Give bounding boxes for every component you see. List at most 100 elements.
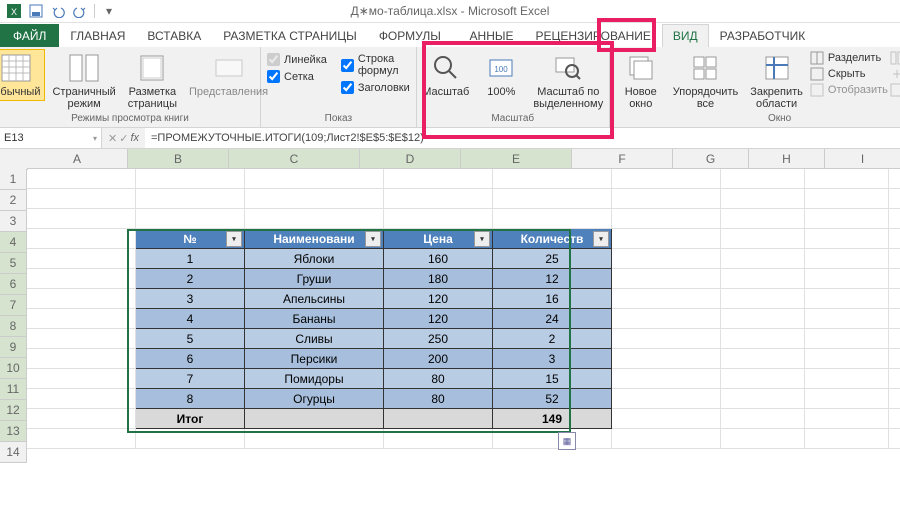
qat-customize-icon[interactable]: ▾ (99, 2, 119, 20)
cell-B3[interactable] (136, 209, 245, 229)
reset-window-button[interactable]: Восста (890, 83, 900, 97)
cell-A13[interactable] (27, 409, 136, 429)
table-cell-name[interactable]: Сливы (245, 329, 384, 349)
cell-H2[interactable] (805, 189, 889, 209)
spreadsheet-grid[interactable]: ABCDEFGHI 1234567891011121314 №▾Наименов… (0, 149, 900, 509)
cell-G12[interactable] (721, 389, 805, 409)
table-cell-price[interactable]: 80 (384, 369, 493, 389)
cell-A12[interactable] (27, 389, 136, 409)
col-header-B[interactable]: B (128, 149, 229, 169)
table-cell-price[interactable]: 120 (384, 289, 493, 309)
cell-I5[interactable] (889, 249, 900, 269)
table-cell-qty[interactable]: 12 (493, 269, 612, 289)
cell-A1[interactable] (27, 169, 136, 189)
side-by-side-button[interactable]: Рядом (890, 51, 900, 65)
cell-A9[interactable] (27, 329, 136, 349)
tab-page-layout[interactable]: РАЗМЕТКА СТРАНИЦЫ (212, 24, 368, 47)
col-header-C[interactable]: C (229, 149, 360, 169)
table-cell-no[interactable]: 4 (136, 309, 245, 329)
table-header-qty[interactable]: Количеств▾ (493, 229, 612, 249)
cell-C2[interactable] (245, 189, 384, 209)
row-header-4[interactable]: 4 (0, 232, 27, 253)
cell-I11[interactable] (889, 369, 900, 389)
view-normal-button[interactable]: Обычный (0, 49, 45, 101)
table-cell-price[interactable]: 160 (384, 249, 493, 269)
table-header-price[interactable]: Цена▾ (384, 229, 493, 249)
zoom-100-button[interactable]: 100100% (476, 49, 526, 101)
view-pagelayout-button[interactable]: Разметка страницы (123, 49, 182, 113)
table-cell-qty[interactable]: 52 (493, 389, 612, 409)
cell-D14[interactable] (384, 429, 493, 449)
freeze-panes-button[interactable]: Закрепить области (745, 49, 808, 113)
cell-I2[interactable] (889, 189, 900, 209)
col-header-D[interactable]: D (360, 149, 461, 169)
split-button[interactable]: Разделить (810, 51, 888, 65)
cell-H11[interactable] (805, 369, 889, 389)
cell-H1[interactable] (805, 169, 889, 189)
fx-icon[interactable]: fx (130, 132, 139, 144)
cell-A8[interactable] (27, 309, 136, 329)
cell-I10[interactable] (889, 349, 900, 369)
table-cell-qty[interactable]: 15 (493, 369, 612, 389)
cell-D3[interactable] (384, 209, 493, 229)
col-header-H[interactable]: H (749, 149, 825, 169)
col-header-I[interactable]: I (825, 149, 900, 169)
cell-E2[interactable] (493, 189, 612, 209)
table-cell-no[interactable]: 1 (136, 249, 245, 269)
cell-C3[interactable] (245, 209, 384, 229)
tab-insert[interactable]: ВСТАВКА (136, 24, 212, 47)
cell-A11[interactable] (27, 369, 136, 389)
sync-scroll-button[interactable]: Синхр (890, 67, 900, 81)
cell-H12[interactable] (805, 389, 889, 409)
cell-E3[interactable] (493, 209, 612, 229)
cell-I4[interactable] (889, 229, 900, 249)
cell-A10[interactable] (27, 349, 136, 369)
excel-icon[interactable]: X (4, 2, 24, 20)
cell-I13[interactable] (889, 409, 900, 429)
select-all-corner[interactable] (0, 149, 28, 170)
cell-H4[interactable] (805, 229, 889, 249)
row-header-13[interactable]: 13 (0, 421, 27, 442)
col-header-A[interactable]: A (27, 149, 128, 169)
filter-button-price[interactable]: ▾ (474, 231, 490, 247)
cell-G14[interactable] (721, 429, 805, 449)
redo-icon[interactable] (70, 2, 90, 20)
cancel-formula-icon[interactable]: ✕ (108, 132, 117, 145)
table-header-no[interactable]: №▾ (136, 229, 245, 249)
tab-data[interactable]: _АННЫЕ (452, 24, 525, 47)
cell-E1[interactable] (493, 169, 612, 189)
cell-B1[interactable] (136, 169, 245, 189)
table-cell-name[interactable]: Бананы (245, 309, 384, 329)
row-header-5[interactable]: 5 (0, 253, 27, 274)
cell-A3[interactable] (27, 209, 136, 229)
cell-D1[interactable] (384, 169, 493, 189)
table-cell-no[interactable]: 7 (136, 369, 245, 389)
cell-F7[interactable] (612, 289, 721, 309)
new-window-button[interactable]: Новое окно (616, 49, 666, 113)
cell-H7[interactable] (805, 289, 889, 309)
cell-F4[interactable] (612, 229, 721, 249)
cell-G13[interactable] (721, 409, 805, 429)
table-cell-name[interactable]: Яблоки (245, 249, 384, 269)
cell-F11[interactable] (612, 369, 721, 389)
cell-A7[interactable] (27, 289, 136, 309)
cell-F8[interactable] (612, 309, 721, 329)
table-cell-qty[interactable]: 3 (493, 349, 612, 369)
cell-G9[interactable] (721, 329, 805, 349)
table-cell-qty[interactable]: 24 (493, 309, 612, 329)
cell-I7[interactable] (889, 289, 900, 309)
row-header-6[interactable]: 6 (0, 274, 27, 295)
cell-F2[interactable] (612, 189, 721, 209)
filter-button-qty[interactable]: ▾ (593, 231, 609, 247)
table-cell-qty[interactable]: 2 (493, 329, 612, 349)
filter-button-name[interactable]: ▾ (365, 231, 381, 247)
formula-input[interactable]: =ПРОМЕЖУТОЧНЫЕ.ИТОГИ(109;Лист2!$E$5:$E$1… (145, 128, 900, 148)
cell-F12[interactable] (612, 389, 721, 409)
table-cell-name[interactable]: Персики (245, 349, 384, 369)
table-cell-no[interactable]: 8 (136, 389, 245, 409)
table-cell-no[interactable]: 6 (136, 349, 245, 369)
cell-G11[interactable] (721, 369, 805, 389)
cell-G8[interactable] (721, 309, 805, 329)
row-header-9[interactable]: 9 (0, 337, 27, 358)
view-pagebreak-button[interactable]: Страничный режим (47, 49, 120, 113)
